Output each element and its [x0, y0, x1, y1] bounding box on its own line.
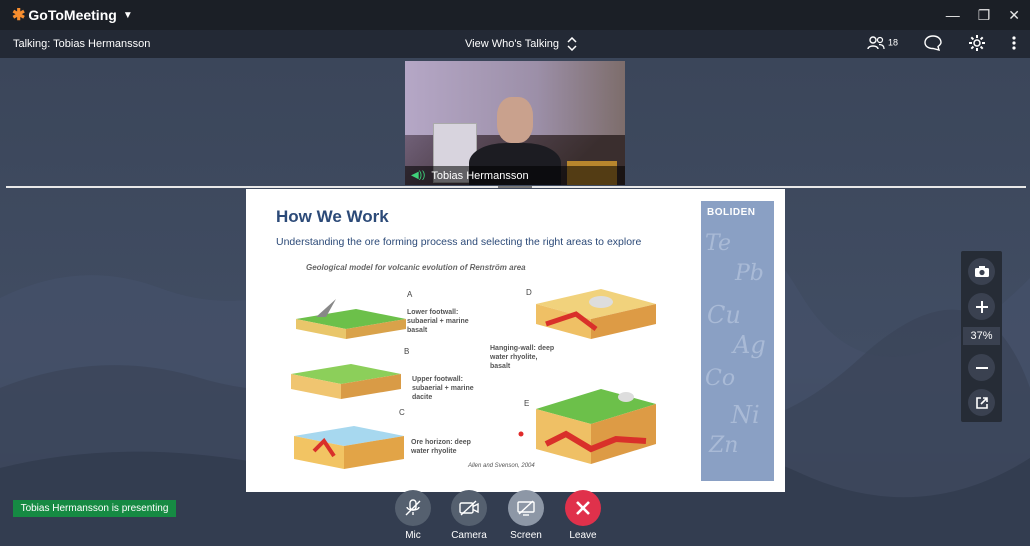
speaker-audio-icon: ◀)) — [411, 170, 426, 181]
label-c: C — [399, 408, 405, 417]
figure-caption: Geological model for volcanic evolution … — [306, 263, 526, 272]
diagram-block-a — [296, 299, 406, 339]
people-icon — [867, 35, 885, 49]
screen-label: Screen — [510, 530, 542, 541]
app-name: GoToMeeting — [28, 7, 117, 23]
screen-share-button[interactable] — [508, 490, 544, 526]
screenshot-button[interactable] — [968, 258, 995, 285]
screen-share-off-icon — [517, 500, 535, 516]
camera-off-icon — [459, 500, 479, 516]
gear-icon — [969, 34, 985, 51]
element-pb: Pb — [735, 261, 764, 286]
speaker-name: Tobias Hermansson — [431, 169, 529, 182]
element-ni: Ni — [731, 401, 760, 429]
title-bar: ✱ GoToMeeting ▼ — ❐ ✕ — [0, 0, 1030, 30]
slide-title: How We Work — [276, 207, 389, 226]
speaker-nameplate: ◀)) Tobias Hermansson — [405, 166, 625, 185]
restore-button[interactable]: ❐ — [978, 7, 991, 24]
more-vertical-icon — [1012, 35, 1016, 50]
label-lower-footwall: Lower footwall: subaerial + marine basal… — [407, 309, 469, 334]
element-ag: Ag — [733, 331, 766, 359]
chat-button[interactable] — [924, 34, 942, 54]
camera-label: Camera — [451, 530, 487, 541]
diagram-block-b — [291, 364, 401, 399]
plus-icon — [975, 300, 988, 313]
participants-button[interactable]: 18 — [867, 35, 898, 53]
chevron-down-icon: ▼ — [122, 9, 133, 21]
zoom-in-button[interactable] — [968, 293, 995, 320]
more-options-button[interactable] — [1012, 35, 1016, 53]
presenter-badge: Tobias Hermansson is presenting — [13, 500, 176, 517]
zoom-level: 37% — [963, 327, 1000, 345]
zoom-out-button[interactable] — [968, 354, 995, 381]
updown-chevron-icon — [567, 37, 577, 51]
slide-subtitle: Understanding the ore forming process an… — [276, 236, 642, 248]
leave-button[interactable] — [565, 490, 601, 526]
label-d: D — [526, 288, 532, 297]
label-upper-footwall: Upper footwall: subaerial + marine dacit… — [412, 376, 474, 401]
mic-label: Mic — [405, 530, 421, 541]
boliden-panel: BOLIDEN Te Pb Cu Ag Co Ni Zn — [701, 201, 774, 481]
resize-handle[interactable] — [498, 186, 532, 188]
view-mode-label: View Who's Talking — [465, 38, 560, 50]
close-x-icon — [576, 501, 590, 515]
pop-out-button[interactable] — [968, 389, 995, 416]
view-mode-selector[interactable]: View Who's Talking — [465, 37, 577, 51]
meeting-toolbar: Talking: Tobias Hermansson View Who's Ta… — [0, 30, 1030, 58]
label-b: B — [404, 347, 410, 356]
boliden-logo: BOLIDEN — [707, 207, 756, 218]
diagram-block-c — [294, 426, 404, 469]
mic-muted-icon — [405, 499, 421, 516]
label-a: A — [407, 290, 413, 299]
label-ore-horizon: Ore horizon: deep water rhyolite — [411, 439, 471, 455]
label-hanging-wall: Hanging-wall: deep water rhyolite, basal… — [490, 345, 555, 370]
diagram-block-d — [536, 289, 656, 339]
element-co: Co — [705, 366, 736, 391]
chat-icon — [924, 34, 942, 51]
diagram-block-e — [536, 389, 656, 464]
element-te: Te — [705, 231, 731, 256]
element-cu: Cu — [707, 301, 741, 329]
zoom-panel: 37% — [961, 251, 1002, 422]
external-link-icon — [975, 396, 988, 409]
close-button[interactable]: ✕ — [1008, 7, 1020, 24]
leave-label: Leave — [569, 530, 597, 541]
camera-icon — [974, 266, 989, 277]
element-zn: Zn — [709, 433, 739, 458]
minus-icon — [975, 366, 988, 369]
goto-logo-icon: ✱ — [12, 7, 26, 24]
label-e: E — [524, 399, 530, 408]
laser-pointer-dot — [518, 431, 524, 437]
talking-indicator: Talking: Tobias Hermansson — [13, 38, 151, 50]
mic-button[interactable] — [395, 490, 431, 526]
app-menu-button[interactable]: ✱ GoToMeeting ▼ — [12, 5, 133, 25]
camera-button[interactable] — [451, 490, 487, 526]
settings-button[interactable] — [968, 34, 986, 55]
shared-screen-slide: How We Work Understanding the ore formin… — [246, 189, 785, 492]
minimize-button[interactable]: — — [946, 7, 960, 23]
figure-citation: Allen and Svenson, 2004 — [468, 463, 535, 469]
participant-count: 18 — [887, 36, 898, 47]
